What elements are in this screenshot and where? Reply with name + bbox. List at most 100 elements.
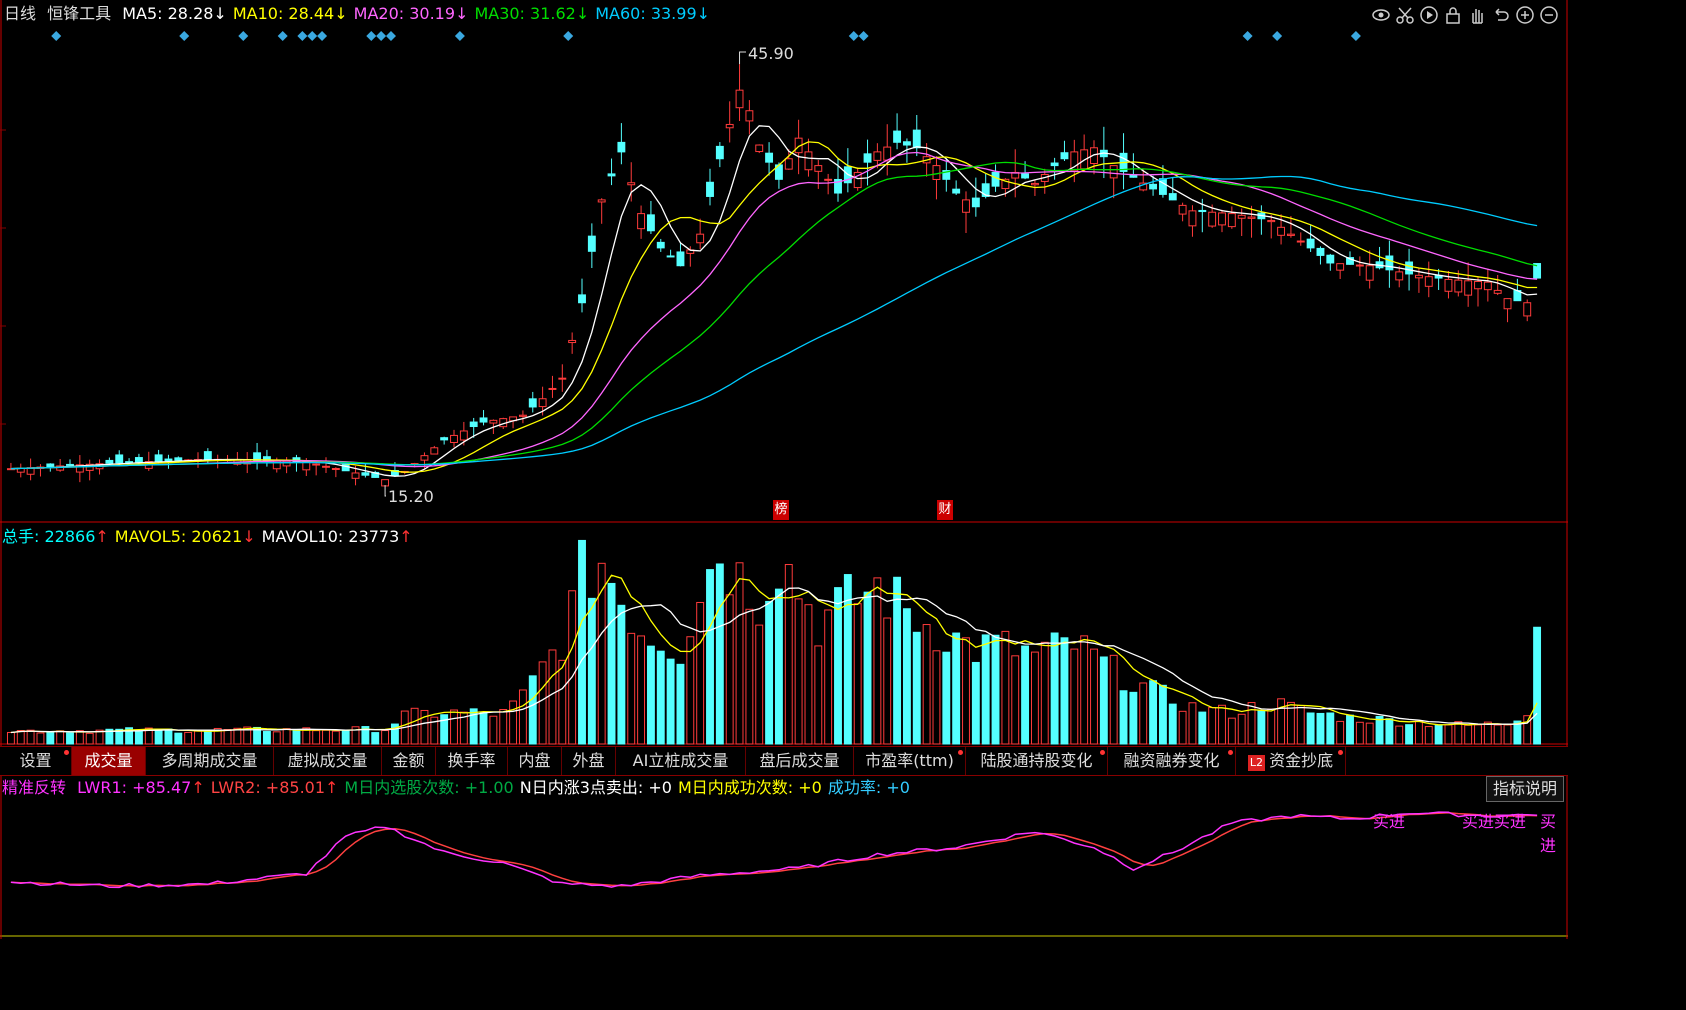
- candle-body: [568, 339, 577, 344]
- candle-body: [1267, 219, 1276, 223]
- price-header: 日线 恒锋工具 MA5: 28.28↓ MA10: 28.44↓ MA20: 30.…: [4, 4, 722, 24]
- volume-bar: [922, 624, 931, 745]
- zoom-out-icon[interactable]: [1538, 4, 1560, 26]
- tab-item[interactable]: 融资融券变化: [1108, 747, 1236, 775]
- signal-diamond: [51, 31, 62, 41]
- candle-body: [1336, 263, 1345, 271]
- high-marker: [739, 51, 746, 65]
- rank-tag[interactable]: 榜: [773, 500, 789, 520]
- volume-bar: [1424, 726, 1433, 745]
- stock-name[interactable]: 恒锋工具: [47, 4, 111, 23]
- zoom-in-icon[interactable]: [1514, 4, 1536, 26]
- volume-legend-item: MAVOL5: 20621↓: [114, 527, 256, 546]
- eye-icon[interactable]: [1370, 4, 1392, 26]
- volume-bar: [164, 728, 173, 745]
- finance-tag[interactable]: 财: [937, 500, 953, 520]
- candle-body: [312, 463, 321, 466]
- ma-item: MA10: 28.44↓: [232, 4, 348, 23]
- candle-body: [1474, 280, 1482, 290]
- period-label[interactable]: 日线: [4, 4, 36, 23]
- signal-diamond: [1272, 31, 1283, 41]
- tab-dot: [958, 750, 963, 755]
- candle-body: [1316, 247, 1325, 256]
- volume-bar: [1011, 655, 1020, 745]
- candle-body: [932, 165, 941, 181]
- tab-item[interactable]: 换手率: [436, 747, 508, 775]
- volume-bar: [715, 563, 724, 745]
- volume-bar: [1109, 654, 1118, 745]
- candle-body: [420, 455, 429, 461]
- volume-bar: [863, 591, 872, 745]
- volume-bar: [735, 562, 744, 745]
- low-marker: [384, 485, 386, 497]
- ma-legend: MA5: 28.28↓ MA10: 28.44↓ MA20: 30.19↓ MA30:…: [122, 4, 716, 23]
- tab-item[interactable]: 盘后成交量: [746, 747, 854, 775]
- tab-item[interactable]: 外盘: [562, 747, 616, 775]
- volume-bar: [578, 539, 586, 745]
- indicator-legend-item: 成功率: +0: [827, 778, 910, 797]
- volume-bar: [706, 569, 714, 745]
- volume-bar: [75, 730, 84, 745]
- volume-bar: [1080, 635, 1089, 745]
- volume-bar: [1493, 724, 1502, 745]
- undo-icon[interactable]: [1490, 4, 1512, 26]
- volume-bar: [1316, 712, 1325, 745]
- volume-bar: [755, 624, 764, 745]
- volume-bar: [627, 632, 636, 745]
- volume-bar: [912, 631, 921, 745]
- signal-diamond: [317, 31, 328, 41]
- volume-bar: [587, 597, 596, 745]
- volume-bar: [489, 715, 498, 745]
- candle-body: [66, 463, 74, 466]
- tab-item[interactable]: 陆股通持股变化: [966, 747, 1108, 775]
- candle-body: [824, 178, 833, 181]
- volume-bar: [499, 709, 508, 745]
- scissors-icon[interactable]: [1394, 4, 1416, 26]
- candle-body: [479, 417, 488, 423]
- volume-bar: [184, 731, 193, 745]
- candle-body: [174, 457, 183, 461]
- indicator-help-button[interactable]: 指标说明: [1485, 776, 1564, 802]
- volume-bar: [440, 714, 449, 745]
- indicator-tabs: 设置 成交量 多周期成交量 虚拟成交量 金额 换手率 内盘 外盘 AI立桩成交量 盘后成交量 市盈率…: [0, 746, 1568, 776]
- tab-item[interactable]: 金额: [382, 747, 436, 775]
- volume-bar: [666, 658, 675, 745]
- volume-bar: [902, 608, 911, 745]
- play-icon[interactable]: [1418, 4, 1440, 26]
- volume-bar: [745, 608, 754, 745]
- volume-bar: [1119, 690, 1128, 745]
- volume-bar: [1503, 724, 1512, 745]
- candle-body: [676, 251, 685, 267]
- candle-body: [1178, 204, 1187, 215]
- tab-item[interactable]: 多周期成交量: [146, 747, 274, 775]
- volume-bar: [765, 600, 774, 745]
- tab-item[interactable]: L2 资金抄底: [1236, 747, 1346, 775]
- candle-body: [469, 421, 478, 428]
- tab-item[interactable]: AI立桩成交量: [616, 747, 746, 775]
- volume-bar: [1444, 724, 1453, 745]
- candle-body: [538, 398, 547, 408]
- candle-body: [1395, 271, 1404, 281]
- volume-bar: [952, 632, 961, 745]
- chart-stage[interactable]: 日线 恒锋工具 MA5: 28.28↓ MA10: 28.44↓ MA20: 30.…: [0, 0, 1568, 939]
- tab-item[interactable]: 虚拟成交量: [274, 747, 382, 775]
- candle-body: [962, 199, 970, 213]
- volume-bar: [538, 661, 547, 745]
- ma-line: [10, 141, 1538, 473]
- candle-body: [1523, 302, 1532, 317]
- volume-bar: [509, 700, 518, 745]
- lock-icon[interactable]: [1442, 4, 1464, 26]
- tab-item[interactable]: 成交量: [72, 747, 146, 775]
- tab-item[interactable]: 市盈率(ttm): [854, 747, 966, 775]
- candle-body: [1168, 193, 1177, 201]
- stock-chart[interactable]: [0, 0, 1568, 939]
- candle-body: [1286, 233, 1295, 236]
- indicator-name[interactable]: 精准反转: [2, 778, 66, 797]
- candle-body: [1296, 240, 1305, 243]
- candle-body: [1306, 238, 1315, 249]
- hand-icon[interactable]: [1466, 4, 1488, 26]
- candle-body: [1405, 261, 1414, 275]
- tab-item[interactable]: 设置: [0, 747, 72, 775]
- tab-item[interactable]: 内盘: [508, 747, 562, 775]
- volume-bar: [203, 729, 212, 745]
